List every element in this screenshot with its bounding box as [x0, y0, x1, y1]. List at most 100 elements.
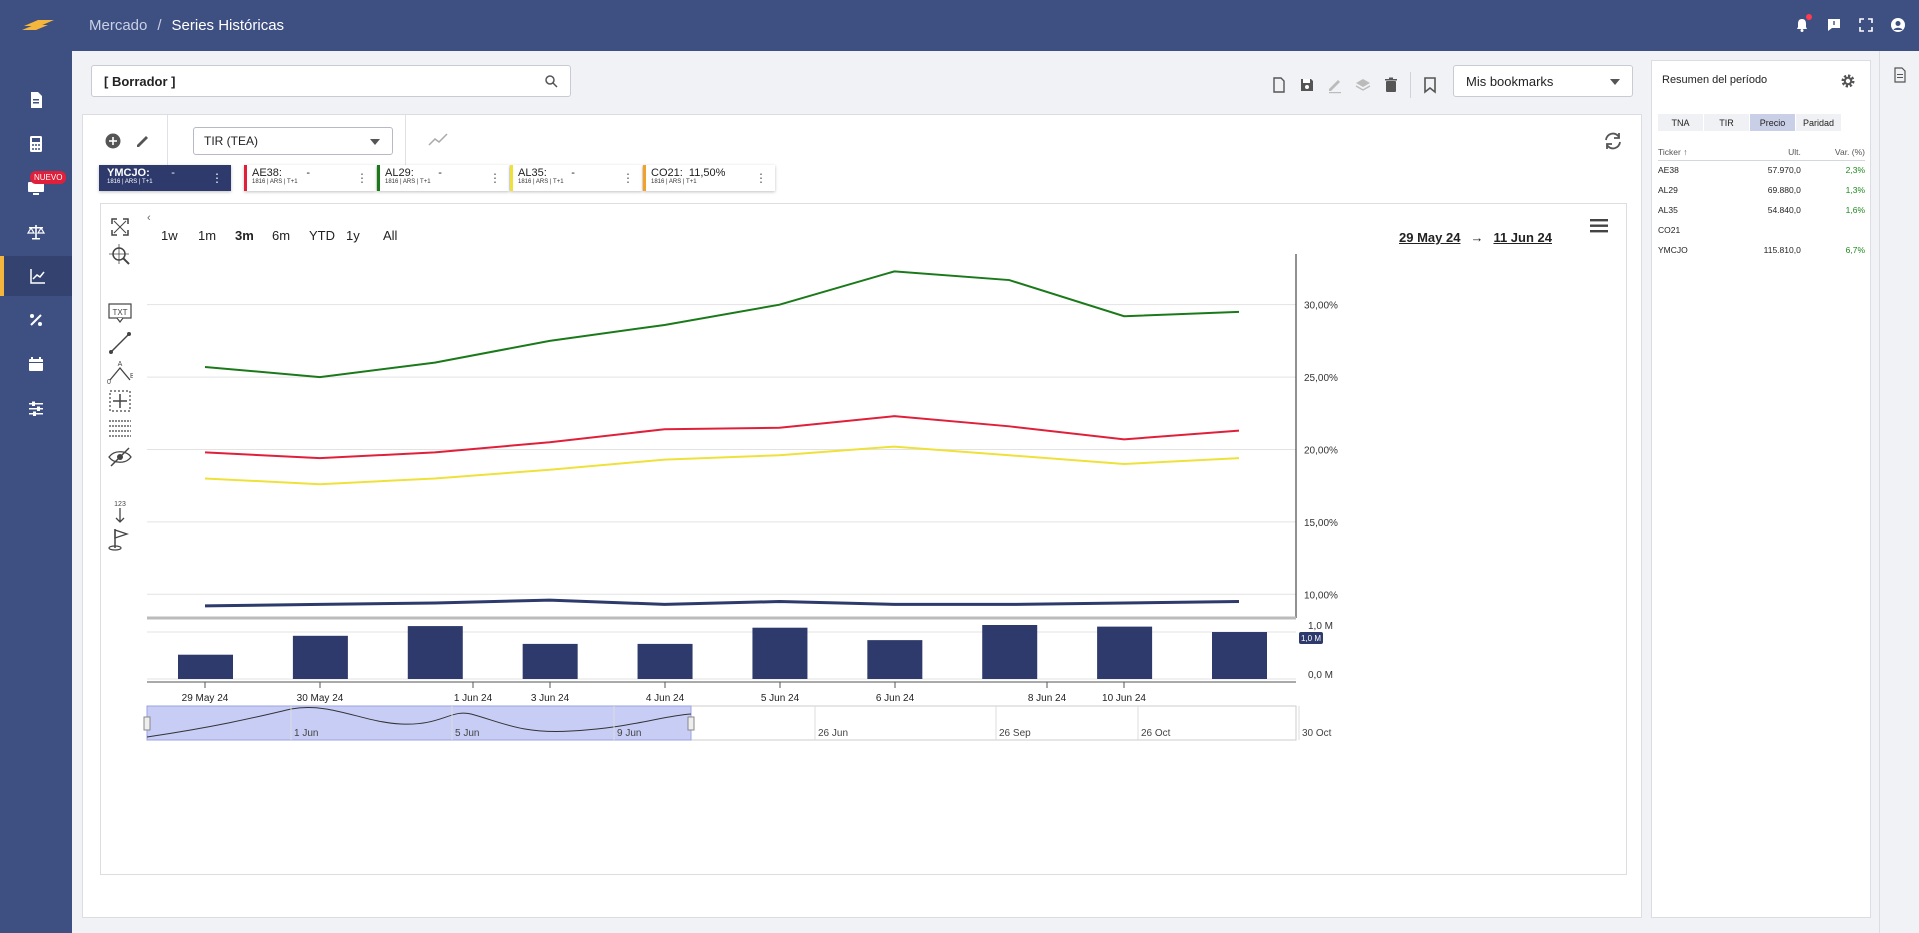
- more-vertical-icon[interactable]: ⋮: [755, 171, 767, 185]
- document-panel-icon[interactable]: [1892, 67, 1908, 83]
- historical-series-chart[interactable]: 30,00% 25,00% 20,00% 15,00% 10,00% 1,0 M 0,0 M…: [101, 204, 1628, 876]
- fullscreen-icon[interactable]: [1857, 16, 1875, 34]
- metric-dropdown[interactable]: TIR (TEA): [193, 127, 393, 155]
- more-vertical-icon[interactable]: ⋮: [622, 171, 634, 185]
- cell-ticker: YMCJO: [1658, 245, 1688, 255]
- trend-line-icon[interactable]: [428, 133, 448, 147]
- more-vertical-icon[interactable]: ⋮: [356, 171, 368, 185]
- x-tick-label: 29 May 24: [182, 693, 229, 704]
- ticker-chip-ae38[interactable]: AE38: - 1816 | ARS | T+1 ⋮: [244, 165, 376, 191]
- sidebar: NUEVO: [0, 0, 72, 933]
- column-header-var[interactable]: Var. (%): [1800, 144, 1865, 161]
- ticker-chip-al29[interactable]: AL29: - 1816 | ARS | T+1 ⋮: [377, 165, 509, 191]
- column-header-ticker[interactable]: Ticker ↑: [1658, 144, 1722, 161]
- search-icon[interactable]: [544, 74, 558, 88]
- pencil-icon[interactable]: [135, 133, 151, 149]
- volume-marker-label: 1,0 M: [1301, 634, 1321, 643]
- notification-dot: [1806, 14, 1812, 20]
- series-toolbar: [1270, 72, 1439, 98]
- breadcrumb-section[interactable]: Mercado: [89, 17, 147, 34]
- x-tick-label: 30 May 24: [297, 693, 344, 704]
- gear-icon[interactable]: [1840, 73, 1856, 89]
- table-row[interactable]: CO21: [1658, 220, 1865, 240]
- ticker-chip-ymcjo[interactable]: YMCJO: - 1816 | ARS | T+1 ⋮: [99, 165, 231, 191]
- navigator-label: 5 Jun: [455, 728, 479, 739]
- summary-title: Resumen del período: [1662, 74, 1768, 86]
- new-document-icon[interactable]: [1270, 76, 1288, 94]
- column-header-last[interactable]: Ult.: [1721, 144, 1801, 161]
- layers-icon[interactable]: [1354, 76, 1372, 94]
- refresh-icon[interactable]: [1603, 131, 1623, 151]
- breadcrumb-separator: /: [157, 17, 162, 34]
- summary-panel: Resumen del período TNA TIR Precio Paridad …: [1651, 60, 1871, 918]
- table-row[interactable]: YMCJO 115.810,0 6,7%: [1658, 240, 1865, 260]
- nav-balance[interactable]: [0, 212, 72, 252]
- nav-percent[interactable]: [0, 300, 72, 340]
- cell-var: 1,6%: [1845, 205, 1865, 215]
- nav-historical-series[interactable]: [0, 256, 72, 296]
- volume-bar: [178, 654, 233, 679]
- toolbar-divider: [405, 115, 406, 165]
- more-vertical-icon[interactable]: ⋮: [489, 171, 501, 185]
- cell-last: 69.880,0: [1767, 185, 1801, 195]
- more-vertical-icon[interactable]: ⋮: [211, 171, 223, 185]
- bookmarks-dropdown[interactable]: Mis bookmarks: [1453, 65, 1633, 97]
- navigator-label: 26 Sep: [999, 728, 1031, 739]
- right-side-strip: [1879, 51, 1919, 933]
- nav-calculator[interactable]: [0, 124, 72, 164]
- navigator-handle-right: [687, 716, 695, 731]
- series-color-swatch: [643, 165, 646, 191]
- edit-icon[interactable]: [1326, 76, 1344, 94]
- add-circle-icon[interactable]: [105, 133, 121, 149]
- cell-last: 57.970,0: [1767, 165, 1801, 176]
- volume-bar: [752, 627, 808, 679]
- cell-last: 115.810,0: [1763, 245, 1801, 255]
- nav-documents[interactable]: [0, 80, 72, 120]
- balance-scale-icon: [27, 225, 45, 240]
- volume-bar: [1212, 632, 1267, 679]
- x-tick-label: 3 Jun 24: [531, 693, 570, 704]
- y-tick-label: 25,00%: [1304, 373, 1338, 384]
- metric-label: TIR (TEA): [204, 134, 258, 148]
- navigator-label: 26 Jun: [818, 728, 848, 739]
- series-search-input[interactable]: [ Borrador ]: [91, 65, 571, 97]
- save-icon[interactable]: [1298, 76, 1316, 94]
- cell-ticker: CO21: [1658, 225, 1681, 235]
- brand-logo[interactable]: [20, 18, 56, 32]
- table-row[interactable]: AL29 69.880,0 1,3%: [1658, 180, 1865, 200]
- series-line-al29: [204, 270, 1240, 379]
- cell-var: 1,3%: [1845, 185, 1865, 195]
- navigator-label: 30 Oct: [1302, 728, 1332, 739]
- table-row[interactable]: AL35 54.840,0 1,6%: [1658, 200, 1865, 220]
- cell-var: 6,7%: [1845, 245, 1865, 255]
- summary-tab[interactable]: Precio: [1750, 114, 1796, 131]
- nav-monitor[interactable]: NUEVO: [0, 168, 72, 208]
- navigator-handle-left: [143, 716, 151, 731]
- table-row[interactable]: AE38 57.970,0 2,3%: [1658, 160, 1865, 180]
- percent-icon: [30, 314, 42, 326]
- summary-tab[interactable]: Paridad: [1796, 114, 1842, 131]
- toolbar-divider: [167, 115, 168, 165]
- x-tick-label: 4 Jun 24: [646, 693, 685, 704]
- ticker-chip-al35[interactable]: AL35: - 1816 | ARS | T+1 ⋮: [510, 165, 642, 191]
- summary-tab[interactable]: TIR: [1704, 114, 1750, 131]
- user-icon[interactable]: [1889, 16, 1907, 34]
- summary-tab[interactable]: TNA: [1658, 114, 1704, 131]
- y-tick-label: 20,00%: [1304, 445, 1338, 456]
- chart-panel: TIR (TEA) YMCJO: - 1816 | ARS | T+1 ⋮ AE…: [82, 114, 1642, 918]
- document-icon: [31, 92, 42, 108]
- ticker-chip-co21[interactable]: CO21: 11,50% 1816 | ARS | T+1 ⋮: [643, 165, 775, 191]
- nav-settings-sliders[interactable]: [0, 388, 72, 428]
- bell-icon[interactable]: [1793, 14, 1812, 34]
- cell-ticker: AL35: [1658, 205, 1678, 215]
- chevron-down-icon: [370, 139, 380, 145]
- summary-tabs: TNA TIR Precio Paridad: [1658, 114, 1842, 131]
- volume-tick-label: 0,0 M: [1308, 670, 1333, 681]
- bookmark-icon[interactable]: [1421, 76, 1439, 94]
- trash-icon[interactable]: [1382, 76, 1400, 94]
- new-badge: NUEVO: [30, 171, 67, 184]
- cell-last: 54.840,0: [1767, 205, 1801, 215]
- calculator-icon: [30, 136, 42, 152]
- nav-calendar[interactable]: [0, 344, 72, 384]
- feedback-icon[interactable]: [1825, 16, 1843, 34]
